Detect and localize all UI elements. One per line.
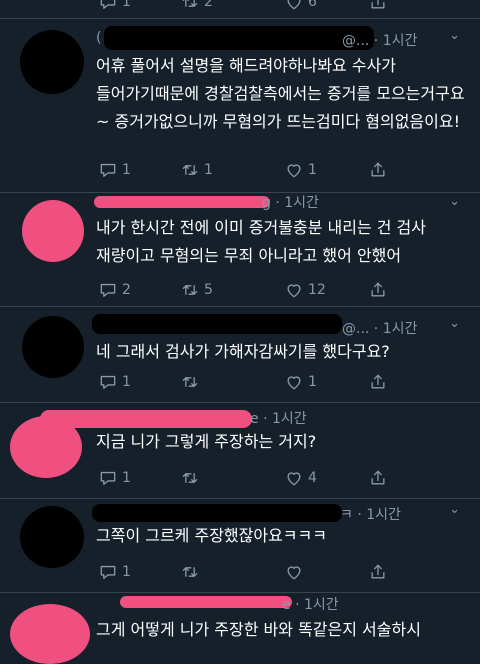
reply-button[interactable]: 1 — [98, 562, 131, 582]
tweet-meta: ㅋ · 1시간 — [340, 507, 401, 523]
retweet-icon — [180, 0, 200, 12]
share-icon — [368, 280, 388, 300]
username-fragment: ( — [96, 30, 102, 46]
divider — [0, 402, 480, 403]
tweet-meta: @... · 1시간 — [342, 33, 418, 49]
retweet-button[interactable] — [180, 562, 200, 582]
share-button[interactable] — [368, 468, 388, 488]
like-icon — [284, 372, 304, 392]
redacted-username — [92, 314, 342, 334]
redacted-username — [92, 504, 342, 522]
tweet-meta: @... · 1시간 — [342, 321, 418, 337]
reply-button[interactable]: 1 — [98, 372, 131, 392]
like-button[interactable]: 12 — [284, 280, 326, 300]
reply-icon — [98, 372, 118, 392]
divider — [0, 18, 480, 19]
reply-icon — [98, 468, 118, 488]
redacted-username — [104, 26, 374, 50]
tweet-4[interactable]: e · 1시간 지금 니가 그렇게 주장하는 거지? 1 4 — [0, 404, 480, 496]
like-button[interactable]: 4 — [284, 468, 317, 488]
redacted-username — [120, 596, 292, 608]
divider — [0, 498, 480, 499]
share-button[interactable] — [368, 0, 388, 12]
tweet-3[interactable]: @... · 1시간 ⌄ 네 그래서 검사가 가해자감싸기를 했다구요? 1 1 — [0, 308, 480, 400]
chevron-down-icon[interactable]: ⌄ — [449, 28, 460, 43]
like-button[interactable]: 1 — [284, 160, 317, 180]
retweet-icon — [180, 372, 200, 392]
share-icon — [368, 0, 388, 12]
share-icon — [368, 372, 388, 392]
previous-tweet-actions: 1 2 6 — [0, 0, 480, 16]
retweet-button[interactable]: 1 — [180, 160, 213, 180]
like-icon — [284, 562, 304, 582]
share-button[interactable] — [368, 372, 388, 392]
tweet-text: 그쪽이 그르케 주장했잖아요ㅋㅋㅋ — [96, 526, 327, 545]
tweet-2[interactable]: g · 1시간 ⌄ 내가 한시간 전에 이미 증거불충분 내리는 건 검사 재량… — [0, 194, 480, 304]
share-button[interactable] — [368, 562, 388, 582]
tweet-text: 네 그래서 검사가 가해자감싸기를 했다구요? — [96, 342, 390, 361]
chevron-down-icon[interactable]: ⌄ — [449, 316, 460, 331]
share-button[interactable] — [368, 280, 388, 300]
reply-icon — [98, 160, 118, 180]
retweet-button[interactable] — [180, 372, 200, 392]
divider — [0, 192, 480, 193]
share-button[interactable] — [368, 160, 388, 180]
like-icon — [284, 468, 304, 488]
tweet-1[interactable]: ( @... · 1시간 ⌄ 어휴 풀어서 설명을 해드려야하나봐요 수사가 들… — [0, 20, 480, 190]
like-icon — [284, 280, 304, 300]
retweet-icon — [180, 160, 200, 180]
reply-icon — [98, 0, 118, 12]
retweet-icon — [180, 562, 200, 582]
like-button[interactable] — [284, 562, 304, 582]
retweet-button[interactable]: 5 — [180, 280, 213, 300]
avatar[interactable] — [10, 604, 90, 664]
chevron-down-icon[interactable]: ⌄ — [449, 194, 460, 209]
like-button[interactable]: 6 — [284, 0, 317, 12]
tweet-text: 그게 어떻게 니가 주장한 바와 똑같은지 서술하시 — [96, 620, 421, 639]
tweet-meta: g · 1시간 — [262, 195, 319, 211]
reply-button[interactable]: 1 — [98, 160, 131, 180]
tweet-text: 지금 니가 그렇게 주장하는 거지? — [96, 432, 317, 451]
tweet-text: 어휴 풀어서 설명을 해드려야하나봐요 수사가 들어가기때문에 경찰검찰측에서는… — [96, 56, 465, 131]
divider — [0, 306, 480, 307]
reply-icon — [98, 280, 118, 300]
retweet-button[interactable] — [180, 468, 200, 488]
avatar[interactable] — [22, 200, 84, 262]
reply-icon — [98, 562, 118, 582]
tweet-6[interactable]: e · 1시간 그게 어떻게 니가 주장한 바와 똑같은지 서술하시 — [0, 594, 480, 664]
redacted-username — [94, 196, 270, 208]
tweet-text: 내가 한시간 전에 이미 증거불충분 내리는 건 검사 재량이고 무혐의는 무죄… — [96, 218, 427, 265]
retweet-button[interactable]: 2 — [180, 0, 213, 12]
retweet-icon — [180, 468, 200, 488]
tweet-meta: e · 1시간 — [250, 411, 307, 427]
like-icon — [284, 0, 304, 12]
tweet-5[interactable]: ㅋ · 1시간 ⌄ 그쪽이 그르케 주장했잖아요ㅋㅋㅋ 1 — [0, 500, 480, 590]
avatar[interactable] — [22, 316, 84, 378]
avatar[interactable] — [20, 506, 84, 568]
share-icon — [368, 468, 388, 488]
tweet-meta: e · 1시간 — [282, 597, 339, 613]
avatar[interactable] — [20, 30, 84, 94]
like-button[interactable]: 1 — [284, 372, 317, 392]
reply-button[interactable]: 2 — [98, 280, 131, 300]
share-icon — [368, 160, 388, 180]
retweet-icon — [180, 280, 200, 300]
reply-button[interactable]: 1 — [98, 468, 131, 488]
chevron-down-icon[interactable]: ⌄ — [449, 502, 460, 517]
divider — [0, 592, 480, 593]
reply-button[interactable]: 1 — [98, 0, 131, 12]
share-icon — [368, 562, 388, 582]
like-icon — [284, 160, 304, 180]
redacted-username — [40, 410, 252, 428]
